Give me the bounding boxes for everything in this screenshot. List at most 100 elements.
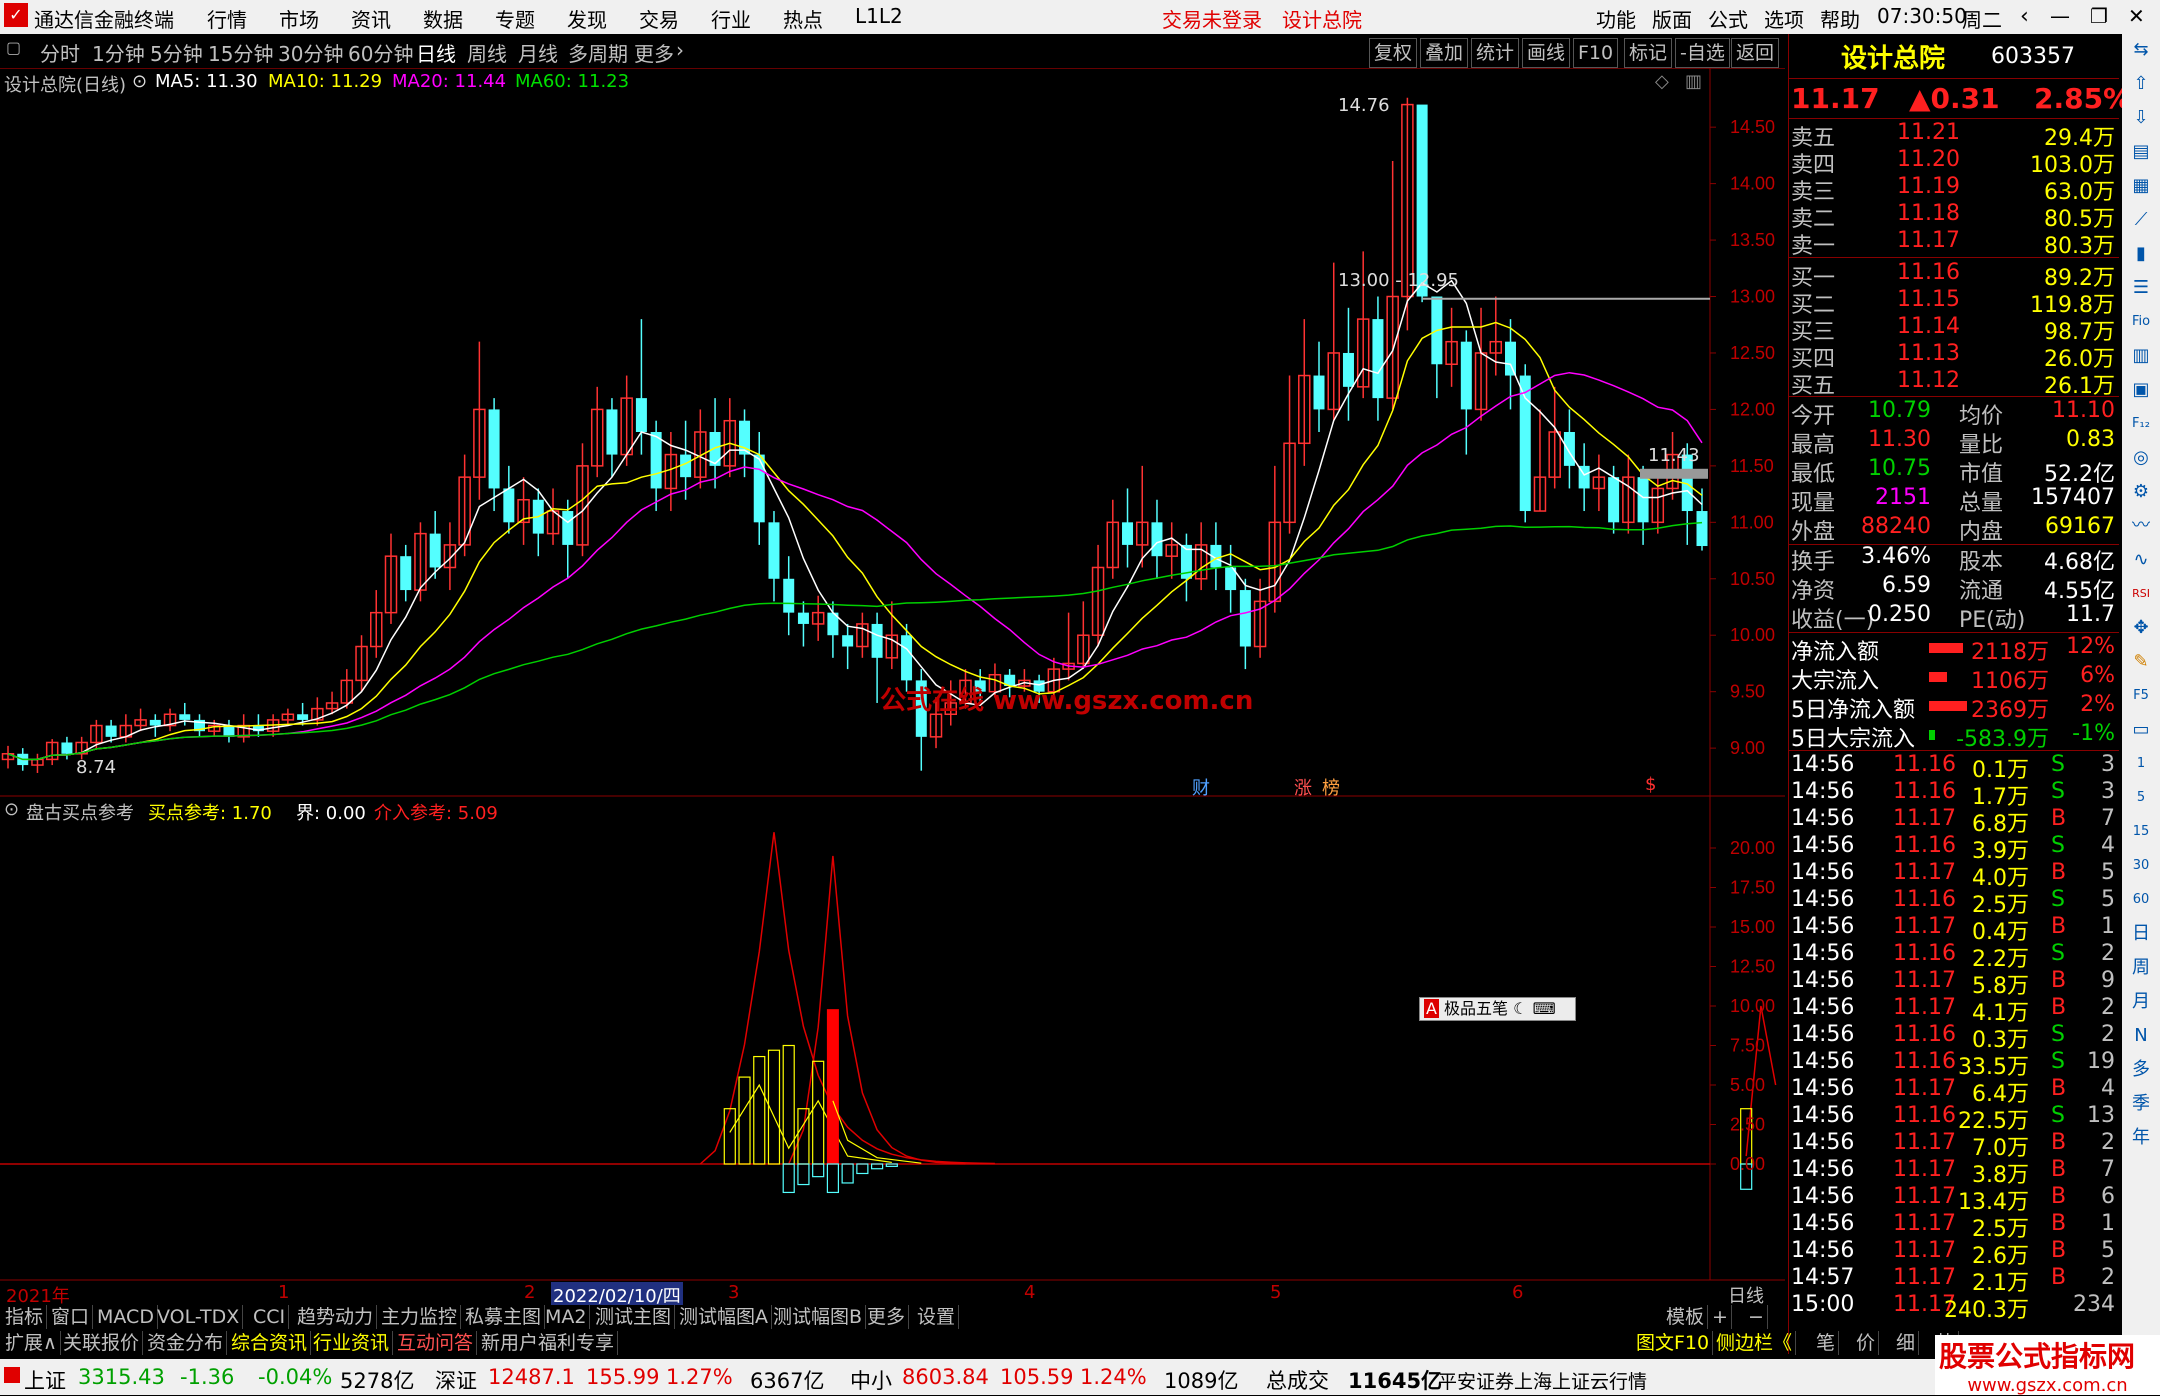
info-tab-1[interactable]: 关联报价	[60, 1331, 144, 1355]
side-tab-4[interactable]: 细	[1893, 1331, 1920, 1355]
marker-zhang[interactable]: 涨	[1294, 774, 1312, 800]
menu-gongshi[interactable]: 公式	[1708, 4, 1748, 33]
f5-icon[interactable]: F5	[2129, 684, 2153, 708]
menu-xuanxiang[interactable]: 选项	[1764, 4, 1804, 33]
line-chart-icon[interactable]: ⟋	[2129, 208, 2153, 232]
n-icon[interactable]: N	[2129, 1024, 2153, 1048]
info-tab-4[interactable]: 行业资讯	[310, 1331, 394, 1355]
tab-60min[interactable]: 60分钟	[348, 38, 413, 67]
tab-5min[interactable]: 5分钟	[150, 38, 203, 67]
menu-l1l2[interactable]: L1L2	[855, 4, 903, 28]
diamond-icon[interactable]: ◇	[1655, 71, 1669, 92]
month-icon[interactable]: 月	[2129, 990, 2153, 1014]
tab-15min[interactable]: 15分钟	[208, 38, 273, 67]
menu-shuju[interactable]: 数据	[423, 4, 463, 33]
fuquan-button[interactable]: 复权	[1369, 38, 1418, 68]
kline-chart-svg[interactable]: 14.50 14.00 13.50 13.00 12.50 12.00 11.50 11.00…	[0, 68, 1785, 1283]
tab-more[interactable]: 更多	[634, 38, 674, 67]
day-icon[interactable]: 日	[2129, 922, 2153, 946]
menu-redian[interactable]: 热点	[783, 4, 823, 33]
template-tab-1[interactable]: +	[1709, 1305, 1732, 1329]
min15-icon[interactable]: 15	[2129, 820, 2153, 844]
menu-jiaoyi[interactable]: 交易	[639, 4, 679, 33]
side-tab-3[interactable]: 价	[1853, 1331, 1880, 1355]
zx-label[interactable]: 中小	[850, 1365, 892, 1395]
indicator-tab-3[interactable]: VOL-TDX	[154, 1305, 244, 1329]
info-tab-0[interactable]: 扩展∧	[2, 1331, 61, 1355]
info-tab-6[interactable]: 新用户福利专享	[478, 1331, 619, 1355]
f10-icon[interactable]: Fio	[2129, 310, 2153, 334]
side-tab-1[interactable]: 侧边栏《	[1713, 1331, 1797, 1355]
indicator-tab-5[interactable]: 趋势动力	[294, 1305, 378, 1329]
week-icon[interactable]: 周	[2129, 956, 2153, 980]
indicator-tab-11[interactable]: 测试幅图B	[770, 1305, 867, 1329]
minimize-icon[interactable]: —	[2050, 4, 2070, 28]
menu-hangye[interactable]: 行业	[711, 4, 751, 33]
side-tab-2[interactable]: 笔	[1813, 1331, 1840, 1355]
mark-button[interactable]: 标记	[1624, 38, 1673, 68]
trend-icon[interactable]: 〰	[2129, 514, 2153, 538]
info-tab-5[interactable]: 互动问答	[394, 1331, 478, 1355]
tab-multi-period[interactable]: 多周期	[568, 38, 628, 67]
back-icon[interactable]: ‹	[2020, 4, 2029, 29]
sub-collapse-icon[interactable]: ⊙	[4, 799, 19, 820]
window-icon[interactable]: ▣	[2129, 378, 2153, 402]
info-tab-3[interactable]: 综合资讯	[228, 1331, 312, 1355]
legend-collapse-icon[interactable]: ⊙	[132, 71, 147, 92]
marker-cai[interactable]: 财	[1192, 774, 1210, 800]
return-button[interactable]: 返回	[1731, 38, 1780, 68]
f10-button[interactable]: F10	[1573, 38, 1619, 68]
min1-icon[interactable]: 1	[2129, 752, 2153, 776]
tab-monthly[interactable]: 月线	[518, 38, 558, 67]
ime-keyboard-icon[interactable]: ⌨	[1533, 999, 1556, 1018]
side-tab-0[interactable]: 图文F10	[1633, 1331, 1714, 1355]
menu-hangqing[interactable]: 行情	[207, 4, 247, 33]
tab-daily[interactable]: 日线	[416, 38, 456, 67]
rect-icon[interactable]: ▭	[2129, 718, 2153, 742]
arrow-down-icon[interactable]: ⇩	[2129, 106, 2153, 130]
compass-icon[interactable]: ✥	[2129, 616, 2153, 640]
toggle-icon[interactable]: ⇆	[2129, 38, 2153, 62]
kline-icon[interactable]: ▮	[2129, 242, 2153, 266]
sh-label[interactable]: 上证	[24, 1365, 66, 1395]
restore-icon[interactable]: ❐	[2090, 4, 2108, 28]
target-icon[interactable]: ◎	[2129, 446, 2153, 470]
close-icon[interactable]: ✕	[2128, 4, 2145, 28]
min60-icon[interactable]: 60	[2129, 888, 2153, 912]
tab-fenshi[interactable]: 分时	[40, 38, 80, 67]
rsi-icon[interactable]: RSI	[2129, 582, 2153, 606]
menu-shichang[interactable]: 市场	[279, 4, 319, 33]
template-tab-0[interactable]: 模板	[1663, 1305, 1709, 1329]
table-icon[interactable]: ▥	[2129, 344, 2153, 368]
template-tab-2[interactable]: −	[1745, 1305, 1768, 1329]
marker-bang[interactable]: 榜	[1322, 774, 1340, 800]
self-select-button[interactable]: -自选	[1675, 38, 1730, 68]
indicator-tab-10[interactable]: 测试幅图A	[676, 1305, 772, 1329]
tab-30min[interactable]: 30分钟	[278, 38, 343, 67]
min5-icon[interactable]: 5	[2129, 786, 2153, 810]
info-tab-2[interactable]: 资金分布	[144, 1331, 228, 1355]
indicator-tab-9[interactable]: 测试主图	[592, 1305, 676, 1329]
menu-bangzhu[interactable]: 帮助	[1820, 4, 1860, 33]
sz-label[interactable]: 深证	[435, 1365, 477, 1395]
gear-icon[interactable]: ⚙	[2129, 480, 2153, 504]
broker-name[interactable]: 平安证券上海上证云行情	[1438, 1367, 1647, 1394]
ime-moon-icon[interactable]: ☾	[1513, 999, 1527, 1018]
indicator-tab-1[interactable]: 窗口	[48, 1305, 94, 1329]
tab-weekly[interactable]: 周线	[467, 38, 507, 67]
collapse-icon[interactable]: ▢	[6, 38, 21, 57]
marker-dollar[interactable]: $	[1645, 774, 1656, 795]
stats-button[interactable]: 统计	[1471, 38, 1520, 68]
ime-toolbar[interactable]: A 极品五笔 ☾ ⌨	[1419, 997, 1576, 1021]
trade-login-status[interactable]: 交易未登录	[1162, 4, 1262, 33]
indicator-tab-0[interactable]: 指标	[2, 1305, 48, 1329]
wave-icon[interactable]: ∿	[2129, 548, 2153, 572]
tab-1min[interactable]: 1分钟	[92, 38, 145, 67]
chevron-right-icon[interactable]: ›	[676, 38, 684, 62]
season-icon[interactable]: 季	[2129, 1092, 2153, 1116]
indicator-tab-4[interactable]: CCI	[250, 1305, 290, 1329]
menu-zixun[interactable]: 资讯	[351, 4, 391, 33]
arrow-up-icon[interactable]: ⇧	[2129, 72, 2153, 96]
draw-button[interactable]: 画线	[1522, 38, 1571, 68]
list-icon[interactable]: ☰	[2129, 276, 2153, 300]
